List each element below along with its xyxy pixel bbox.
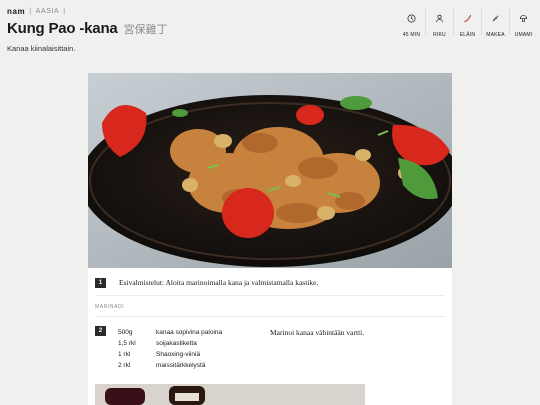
ingredient-name: maissitärkkelystä <box>156 362 206 369</box>
section-heading-marinade: MARINADI <box>95 304 125 310</box>
clock-icon <box>407 10 416 28</box>
step-2: 2 <box>95 326 106 336</box>
top-bar: nam | AASIA | Kung Pao -kana 宮保雞丁 45 MIN… <box>0 0 540 40</box>
tag-protein[interactable]: ELÄIN <box>453 8 481 38</box>
tag-sweet[interactable]: MAKEA <box>481 8 509 38</box>
page-title-native: 宮保雞丁 <box>123 23 168 36</box>
ingredient-row: 500g kanaa sopivina paloina <box>118 327 266 338</box>
ingredients-photo <box>95 384 365 405</box>
step-1: 1 Esivalmistelut: Aloita marinoimalla ka… <box>95 278 318 288</box>
recipe-card: 1 Esivalmistelut: Aloita marinoimalla ka… <box>88 73 452 405</box>
step-text: Marinoi kanaa vähintään vartti. <box>270 328 365 337</box>
person-icon <box>435 10 444 28</box>
ingredient-amount: 1,5 rkl <box>118 340 136 347</box>
tag-label: ELÄIN <box>459 32 476 38</box>
ingredient-row: 1,5 rkl soijakastiketta <box>118 338 266 349</box>
ingredient-name: soijakastiketta <box>156 340 197 347</box>
dish-photo <box>88 73 452 268</box>
tag-label: 45 MIN <box>402 32 421 38</box>
tag-label: UMAMI <box>514 32 533 38</box>
chili-icon <box>463 10 472 28</box>
title-row: Kung Pao -kana 宮保雞丁 <box>7 20 168 37</box>
step-text: Esivalmistelut: Aloita marinoimalla kana… <box>119 278 319 287</box>
site-logo[interactable]: nam <box>7 7 25 16</box>
tag-label: RIKU <box>433 32 446 38</box>
step-number-badge: 2 <box>95 326 106 336</box>
ingredient-list: 500g kanaa sopivina paloina 1,5 rkl soij… <box>118 327 266 371</box>
breadcrumb-separator: | <box>63 8 66 15</box>
ingredient-row: 2 rkl maissitärkkelystä <box>118 360 266 371</box>
tag-time[interactable]: 45 MIN <box>398 8 425 38</box>
mushroom-icon <box>519 10 528 28</box>
page-title: Kung Pao -kana <box>7 20 118 37</box>
ingredient-name: kanaa sopivina paloina <box>156 329 223 336</box>
divider <box>95 316 445 317</box>
ingredient-amount: 500g <box>118 329 133 336</box>
tag-umami[interactable]: UMAMI <box>509 8 537 38</box>
breadcrumb: nam | AASIA | <box>7 7 66 16</box>
divider <box>95 295 445 296</box>
breadcrumb-separator: | <box>29 8 32 15</box>
ingredient-row: 1 rkl Shaoxing-viiniä <box>118 349 266 360</box>
breadcrumb-category[interactable]: AASIA <box>36 8 60 15</box>
recipe-subtitle: Kanaa kiinalaisittain. <box>7 44 76 53</box>
ingredient-amount: 1 rkl <box>118 351 131 358</box>
sweet-icon <box>491 10 500 28</box>
ingredient-name: Shaoxing-viiniä <box>156 351 201 358</box>
recipe-tags: 45 MIN RIKU ELÄIN MAKEA UMAMI <box>398 8 537 38</box>
tag-label: MAKEA <box>486 32 505 38</box>
step-number-badge: 1 <box>95 278 106 288</box>
ingredient-amount: 2 rkl <box>118 362 131 369</box>
tag-dish[interactable]: RIKU <box>425 8 453 38</box>
